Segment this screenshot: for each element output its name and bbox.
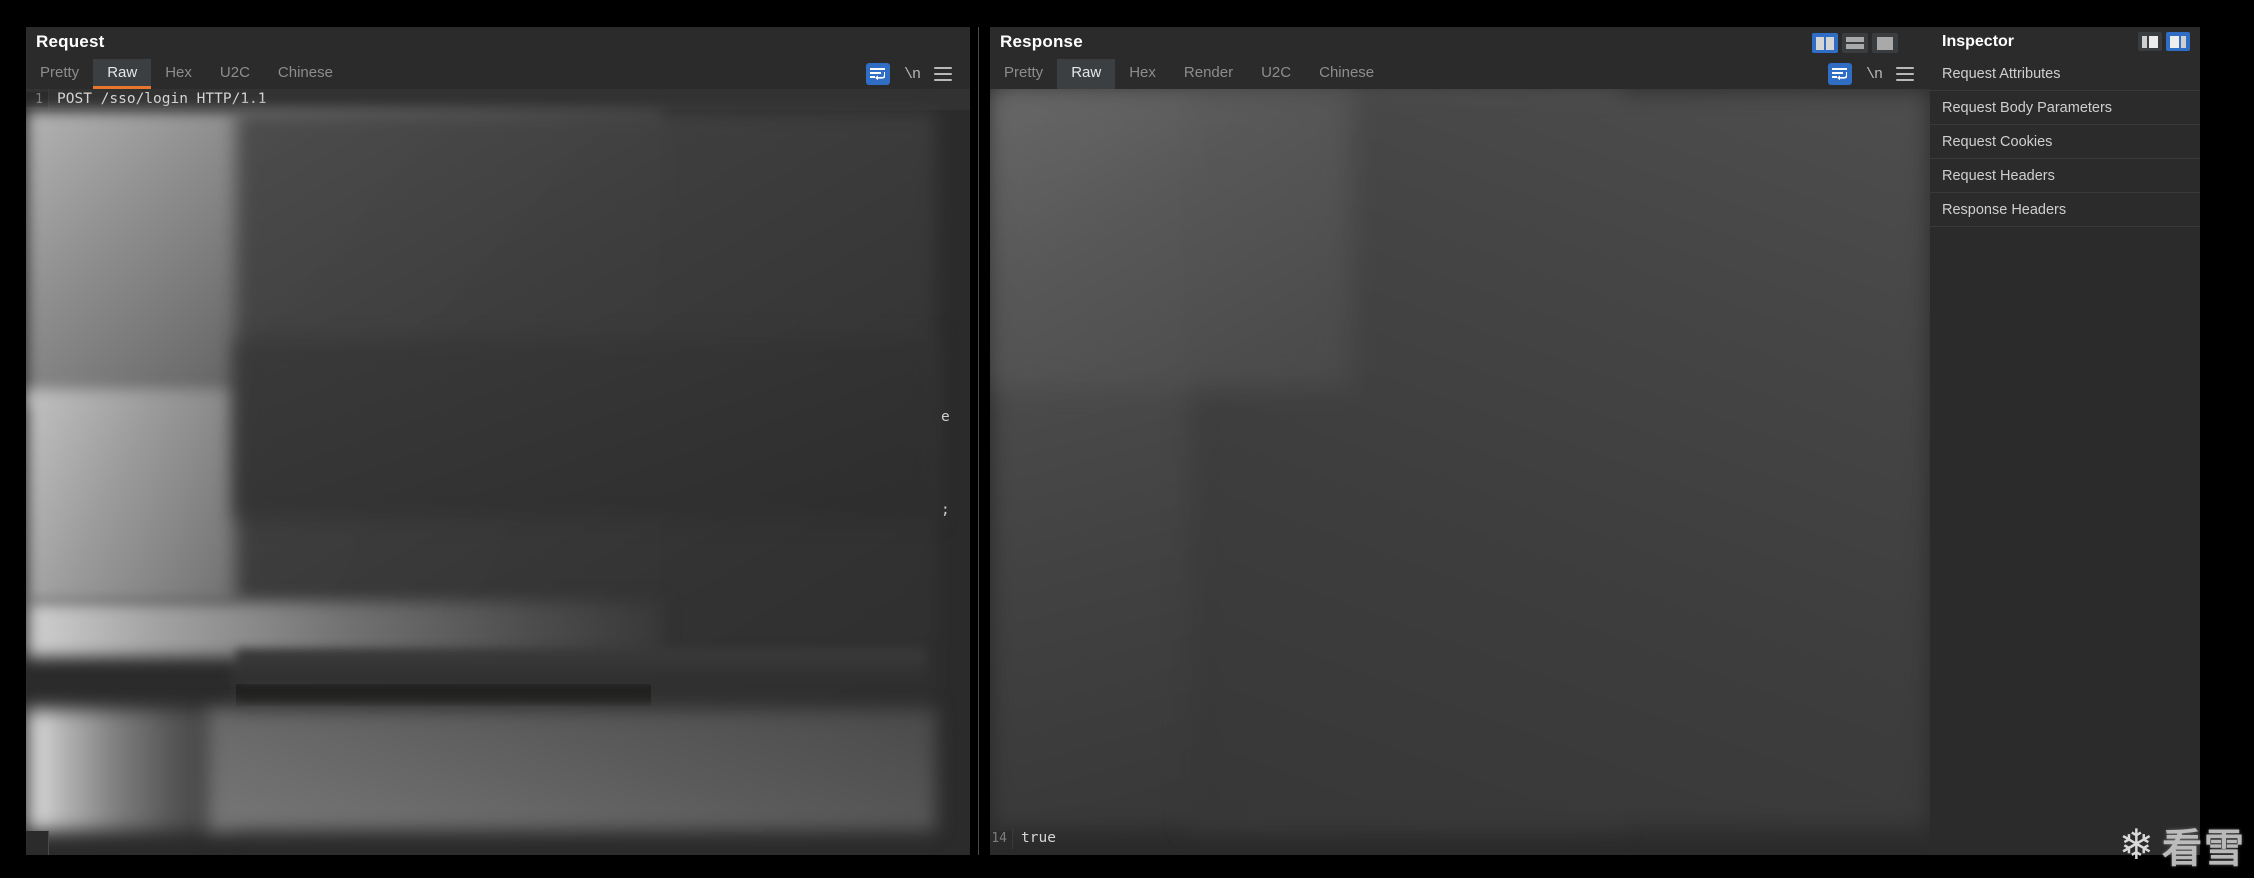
request-panel: Request Pretty Raw Hex U2C Chinese \n 1 … xyxy=(26,27,970,855)
request-tabstrip: Pretty Raw Hex U2C Chinese xyxy=(26,59,746,89)
inspector-section-response-headers[interactable]: Response Headers xyxy=(1930,193,2200,227)
inspector-header: Inspector xyxy=(1930,27,2200,57)
layout-toggle-group xyxy=(1812,33,1898,53)
stray-char: ; xyxy=(941,502,950,518)
wrap-lines-icon[interactable] xyxy=(865,63,890,85)
redacted-region xyxy=(992,89,1352,389)
request-tab-pretty[interactable]: Pretty xyxy=(26,59,93,89)
burp-suite-window: Request Pretty Raw Hex U2C Chinese \n 1 … xyxy=(0,0,2254,878)
gutter-divider xyxy=(48,831,49,855)
line-number: 1 xyxy=(26,92,48,107)
highlighted-body-line[interactable]: &username=123&password=yfLv9%2By4WIY%3D&… xyxy=(236,684,651,706)
response-panel: Response Pretty Raw Hex Render U2C Chine… xyxy=(990,27,1930,855)
layout-single-pane-button[interactable] xyxy=(1872,33,1898,53)
response-editor[interactable]: 14 true xyxy=(990,89,1930,855)
inspector-section-request-headers[interactable]: Request Headers xyxy=(1930,159,2200,193)
response-tab-hex[interactable]: Hex xyxy=(1115,59,1170,89)
response-tab-tools: \n xyxy=(1827,59,1914,89)
code-line: 14 true xyxy=(990,828,1930,849)
redacted-region xyxy=(208,709,936,831)
layout-vertical-split-button[interactable] xyxy=(1812,33,1838,53)
response-tab-raw[interactable]: Raw xyxy=(1057,59,1116,89)
panel-splitter[interactable] xyxy=(978,27,979,855)
inspector-expand-toggle[interactable] xyxy=(2166,32,2190,51)
redacted-region xyxy=(27,111,663,407)
response-tab-u2c[interactable]: U2C xyxy=(1247,59,1305,89)
inspector-title: Inspector xyxy=(1942,33,2015,50)
watermark-text: 看雪 xyxy=(2162,826,2246,872)
single-pane-icon xyxy=(1877,36,1893,50)
panel-left-icon xyxy=(2142,35,2158,48)
redacted-region xyxy=(236,706,926,730)
request-tab-tools: \n xyxy=(865,59,952,89)
request-editor[interactable]: 1 POST /sso/login HTTP/1.1 e ; &username… xyxy=(26,89,970,855)
redacted-region xyxy=(27,601,663,657)
request-tab-chinese[interactable]: Chinese xyxy=(264,59,347,89)
stray-char: e xyxy=(941,409,950,425)
redacted-region xyxy=(236,111,936,731)
response-tabstrip: Pretty Raw Hex Render U2C Chinese xyxy=(990,59,1750,89)
inspector-section-request-cookies[interactable]: Request Cookies xyxy=(1930,125,2200,159)
wrap-lines-icon[interactable] xyxy=(1827,63,1852,85)
editor-bottom-gutter xyxy=(26,831,48,855)
horizontal-split-icon xyxy=(1846,37,1864,49)
inspector-collapse-toggle[interactable] xyxy=(2138,32,2162,51)
redacted-region xyxy=(1190,89,1930,829)
inspector-section-request-body-parameters[interactable]: Request Body Parameters xyxy=(1930,91,2200,125)
request-tab-raw[interactable]: Raw xyxy=(93,59,152,89)
line-content: POST /sso/login HTTP/1.1 xyxy=(48,89,970,110)
newline-icon[interactable]: \n xyxy=(1866,66,1883,83)
response-tab-pretty[interactable]: Pretty xyxy=(990,59,1057,89)
response-panel-title: Response xyxy=(1000,32,1083,51)
inspector-section-request-attributes[interactable]: Request Attributes xyxy=(1930,57,2200,91)
watermark: ❄ 看雪 xyxy=(2119,816,2246,874)
inspector-toggle-group xyxy=(2138,32,2190,51)
panel-right-icon xyxy=(2170,35,2186,48)
redacted-region xyxy=(992,89,1622,829)
inspector-panel: Inspector Request Attributes Request Bod… xyxy=(1930,27,2200,855)
line-number: 14 xyxy=(990,831,1012,846)
line-content: true xyxy=(1012,828,1930,849)
request-tab-hex[interactable]: Hex xyxy=(151,59,206,89)
menu-icon[interactable] xyxy=(934,67,952,81)
response-tab-chinese[interactable]: Chinese xyxy=(1305,59,1388,89)
menu-icon[interactable] xyxy=(1896,67,1914,81)
snowflake-icon: ❄ xyxy=(2118,821,2154,868)
request-tab-u2c[interactable]: U2C xyxy=(206,59,264,89)
newline-icon[interactable]: \n xyxy=(904,66,921,83)
request-panel-title: Request xyxy=(36,32,105,51)
vertical-split-icon xyxy=(1816,36,1834,50)
layout-horizontal-split-button[interactable] xyxy=(1842,33,1868,53)
redacted-region xyxy=(236,649,926,683)
redacted-region xyxy=(236,339,936,519)
response-tab-render[interactable]: Render xyxy=(1170,59,1247,89)
code-line: 1 POST /sso/login HTTP/1.1 xyxy=(26,89,970,110)
redacted-region xyxy=(27,709,237,831)
redacted-region xyxy=(27,389,663,601)
